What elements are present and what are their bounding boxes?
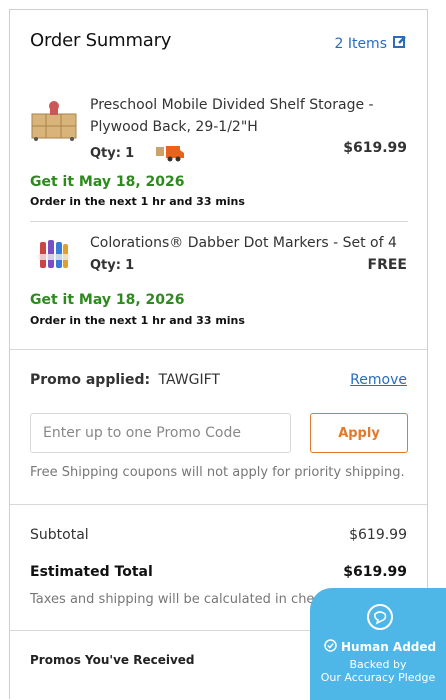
badge-title-row: Human Added — [324, 639, 436, 655]
qty-value: 1 — [125, 258, 135, 273]
estimated-total-value: $619.99 — [343, 564, 407, 580]
item-2-qty: Qty: 1 — [90, 258, 134, 273]
promo-applied-label: Promo applied: — [30, 372, 151, 388]
qty-label: Qty: — [90, 146, 121, 161]
badge-title: Human Added — [341, 640, 437, 654]
product-image-shelf[interactable] — [30, 98, 78, 142]
promo-code-input[interactable]: Enter up to one Promo Code — [30, 413, 291, 453]
remove-promo-link[interactable]: Remove — [350, 372, 407, 388]
subtotal-value: $619.99 — [349, 527, 407, 543]
item-1-ship-note: Order in the next 1 hr and 33 mins — [30, 195, 245, 208]
item-1-ship-date: Get it May 18, 2026 — [30, 174, 185, 190]
item-1-name-line1[interactable]: Preschool Mobile Divided Shelf Storage - — [90, 94, 374, 116]
items-count[interactable]: 2 Items — [334, 36, 387, 52]
taxes-note: Taxes and shipping will be calculated in… — [30, 592, 355, 607]
apply-promo-button[interactable]: Apply — [310, 413, 408, 453]
item-divider — [30, 221, 408, 222]
badge-line-2: Our Accuracy Pledge — [320, 671, 436, 684]
item-1-qty: Qty: 1 — [90, 146, 134, 161]
product-image-markers[interactable] — [38, 236, 70, 272]
promo-applied-code: TAWGIFT — [158, 372, 220, 388]
edit-icon[interactable] — [393, 35, 407, 53]
accuracy-pledge-badge[interactable]: Human Added Backed by Our Accuracy Pledg… — [310, 588, 446, 700]
promo-applied: Promo applied: TAWGIFT — [30, 372, 220, 388]
item-2-price: FREE — [367, 257, 407, 273]
item-2-ship-note: Order in the next 1 hr and 33 mins — [30, 314, 245, 327]
truck-icon — [156, 144, 186, 162]
item-1-price: $619.99 — [343, 140, 407, 156]
free-shipping-note: Free Shipping coupons will not apply for… — [30, 465, 405, 480]
subtotal-label: Subtotal — [30, 527, 89, 543]
section-divider — [10, 349, 427, 350]
items-edit-link[interactable]: 2 Items — [334, 35, 407, 53]
qty-label: Qty: — [90, 258, 121, 273]
estimated-total-label: Estimated Total — [30, 564, 153, 580]
order-summary-title: Order Summary — [30, 30, 172, 51]
section-divider — [10, 504, 427, 505]
item-2-name[interactable]: Colorations® Dabber Dot Markers - Set of… — [90, 232, 397, 254]
qty-value: 1 — [125, 146, 135, 161]
item-2-ship-date: Get it May 18, 2026 — [30, 292, 185, 308]
promos-received-label[interactable]: Promos You've Received — [30, 653, 195, 667]
chat-bubble-icon — [367, 604, 393, 630]
badge-lines: Backed by Our Accuracy Pledge — [310, 658, 446, 684]
badge-line-1: Backed by — [349, 658, 407, 671]
check-circle-icon — [324, 639, 337, 655]
item-1-name-line2[interactable]: Plywood Back, 29-1/2"H — [90, 116, 258, 138]
